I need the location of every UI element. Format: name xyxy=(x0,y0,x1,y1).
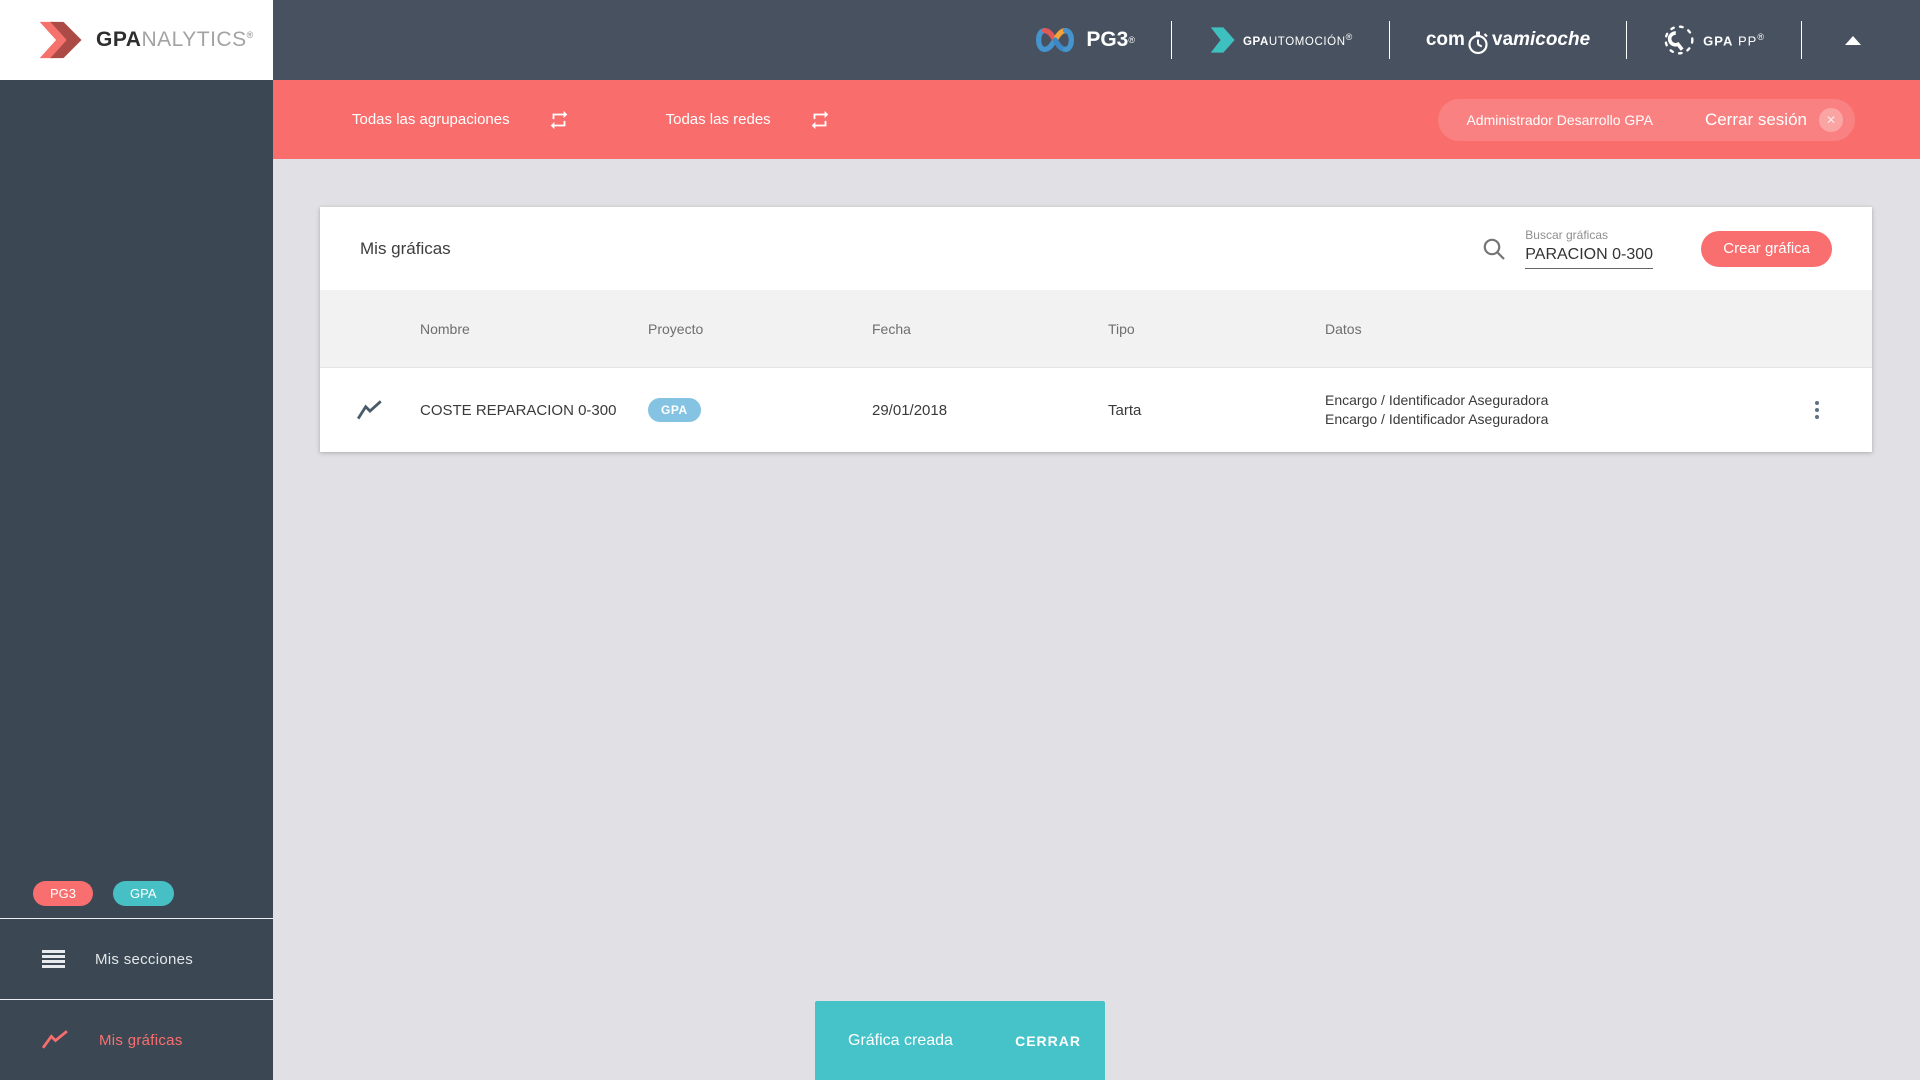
project-badge: GPA xyxy=(648,398,701,422)
pg3-logo[interactable]: PG3 ® xyxy=(1033,27,1135,53)
header-brand-strip: PG3 ® GPAUTOMOCIÓN® com va micoche GPA P… xyxy=(273,0,1920,80)
gpanalytics-wordmark: GPANALYTICS® xyxy=(96,28,254,52)
sidebar-badges: PG3 GPA xyxy=(0,868,273,918)
top-header: GPANALYTICS® PG3 ® GPAUTOMOCIÓN® com va … xyxy=(0,0,1920,80)
gpa-badge[interactable]: GPA xyxy=(113,880,174,906)
compravamicoche-pre: com xyxy=(1425,29,1465,50)
datos-line: Encargo / Identificador Aseguradora xyxy=(1325,411,1549,427)
compravamicoche-mid: va xyxy=(1491,29,1514,50)
logout-button[interactable]: Cerrar sesión xyxy=(1705,110,1807,130)
user-name: Administrador Desarrollo GPA xyxy=(1466,111,1653,128)
sidebar: PG3 GPA Mis secciones Mis gráficas xyxy=(0,80,273,1080)
table-header: Nombre Proyecto Fecha Tipo Datos xyxy=(320,290,1872,368)
search-label: Buscar gráficas xyxy=(1525,228,1608,242)
pg3-badge[interactable]: PG3 xyxy=(33,880,94,906)
datos-line: Encargo / Identificador Aseguradora xyxy=(1325,392,1549,408)
row-icon-cell xyxy=(320,399,420,421)
row-menu-cell xyxy=(1762,395,1872,425)
pg3-reg: ® xyxy=(1128,35,1135,45)
search-icon[interactable] xyxy=(1481,236,1507,262)
gpapp-reg: ® xyxy=(1757,31,1765,42)
column-header-nombre: Nombre xyxy=(420,320,470,337)
cell-tipo: Tarta xyxy=(1108,401,1142,419)
swap-networks-button[interactable] xyxy=(809,109,831,131)
column-header-proyecto: Proyecto xyxy=(648,320,704,337)
column-header-datos: Datos xyxy=(1325,320,1362,337)
header-divider xyxy=(1626,21,1628,59)
brand-gpa: GPA xyxy=(96,28,142,51)
search-input-value: PARACION 0-300 xyxy=(1525,246,1654,263)
card-toolbar: Buscar gráficas PARACION 0-300 Crear grá… xyxy=(1481,228,1832,269)
gpanalytics-arrow-icon xyxy=(39,21,82,59)
gpanalytics-logo[interactable]: GPANALYTICS® xyxy=(0,0,273,80)
sidebar-bottom-menu: PG3 GPA Mis secciones Mis gráficas xyxy=(0,868,273,1080)
brand-reg: ® xyxy=(246,30,254,40)
gpapp-bold: GPA xyxy=(1703,33,1734,49)
column-header-tipo: Tipo xyxy=(1108,320,1135,337)
charts-card: Mis gráficas Buscar gráficas PARACION 0-… xyxy=(320,207,1872,452)
snackbar: Gráfica creada CERRAR xyxy=(815,1001,1105,1080)
header-divider xyxy=(1388,21,1390,59)
pg3-infinity-icon xyxy=(1036,27,1075,53)
swap-icon xyxy=(811,110,828,129)
pg3-label: PG3 xyxy=(1086,28,1129,51)
gpautomocion-label: GPAUTOMOCIÓN® xyxy=(1243,32,1353,48)
gpautomocion-bold: GPA xyxy=(1243,35,1269,48)
cell-proyecto: GPA xyxy=(648,398,872,422)
wrench-gauge-icon xyxy=(1664,25,1694,55)
brand-nalytics: NALYTICS xyxy=(141,28,247,51)
chart-line-icon xyxy=(356,399,382,419)
header-divider xyxy=(1801,21,1802,59)
card-header: Mis gráficas Buscar gráficas PARACION 0-… xyxy=(320,207,1872,290)
toast-message: Gráfica creada xyxy=(848,1031,953,1049)
create-chart-button[interactable]: Crear gráfica xyxy=(1701,230,1832,267)
page-title: Mis gráficas xyxy=(360,238,451,258)
cell-datos: Encargo / Identificador Aseguradora Enca… xyxy=(1325,391,1762,429)
compravamicoche-logo[interactable]: com va micoche xyxy=(1425,28,1591,54)
header-divider xyxy=(1171,21,1172,59)
swap-icon xyxy=(550,110,567,129)
sidebar-item-label: Mis secciones xyxy=(95,950,194,968)
gpapp-logo[interactable]: GPA PP® xyxy=(1663,24,1765,56)
toast-close-button[interactable]: CERRAR xyxy=(1015,1033,1081,1049)
session-pill: Administrador Desarrollo GPA Cerrar sesi… xyxy=(1438,98,1855,141)
triangle-up-icon xyxy=(1845,35,1861,45)
main-content: Mis gráficas Buscar gráficas PARACION 0-… xyxy=(273,159,1920,1080)
search-field[interactable]: Buscar gráficas PARACION 0-300 xyxy=(1525,228,1654,269)
gpapp-label: GPA PP® xyxy=(1703,32,1765,48)
collapse-header-button[interactable] xyxy=(1838,25,1868,55)
chart-line-icon xyxy=(42,1030,68,1049)
compravamicoche-post: micoche xyxy=(1513,29,1591,50)
gpautomocion-arrow-icon xyxy=(1210,27,1235,53)
sidebar-item-mis-secciones[interactable]: Mis secciones xyxy=(0,919,273,999)
cell-fecha: 29/01/2018 xyxy=(872,401,948,419)
table-row[interactable]: COSTE REPARACION 0-300 GPA 29/01/2018 Ta… xyxy=(320,368,1872,452)
logout-close-icon[interactable] xyxy=(1819,107,1843,132)
swap-groupings-button[interactable] xyxy=(548,109,570,131)
stopwatch-icon xyxy=(1468,31,1488,54)
filter-bar: Todas las agrupaciones Todas las redes A… xyxy=(273,80,1920,159)
sidebar-item-label: Mis gráficas xyxy=(99,1031,183,1049)
gpautomocion-reg: ® xyxy=(1345,32,1353,43)
gpautomocion-logo[interactable]: GPAUTOMOCIÓN® xyxy=(1208,26,1353,54)
cell-nombre: COSTE REPARACION 0-300 xyxy=(420,401,617,419)
networks-filter[interactable]: Todas las redes xyxy=(666,111,771,128)
row-menu-button[interactable] xyxy=(1809,395,1825,425)
gpautomocion-rest: UTOMOCIÓN xyxy=(1268,35,1346,48)
groupings-filter[interactable]: Todas las agrupaciones xyxy=(352,111,510,128)
column-header-fecha: Fecha xyxy=(872,320,911,337)
gpapp-rest: PP xyxy=(1738,33,1758,49)
sidebar-item-mis-graficas[interactable]: Mis gráficas xyxy=(0,1000,273,1080)
menu-icon xyxy=(42,950,65,968)
search-input[interactable]: PARACION 0-300 xyxy=(1525,245,1654,269)
